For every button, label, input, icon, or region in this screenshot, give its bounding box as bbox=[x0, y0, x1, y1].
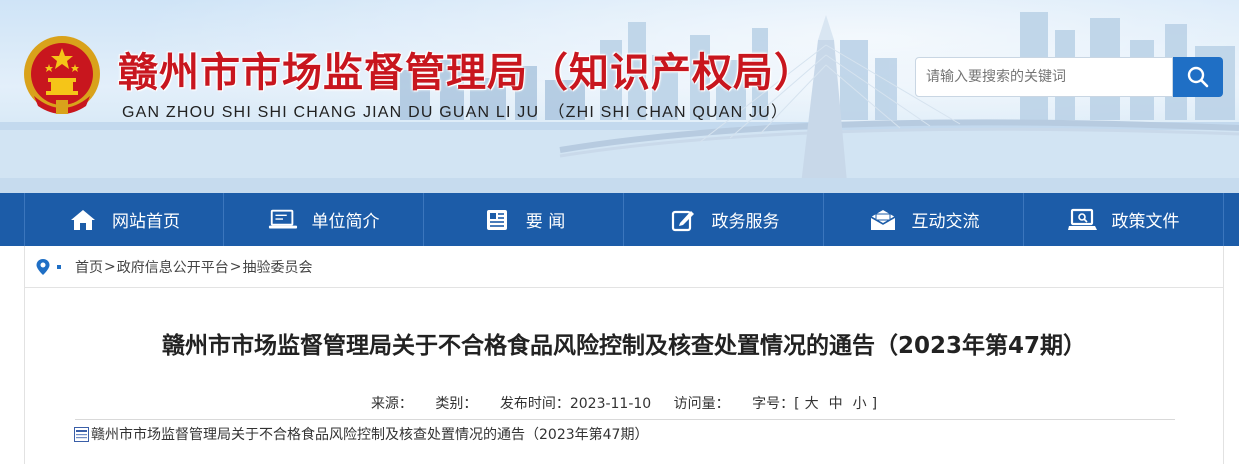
breadcrumb-separator: > bbox=[104, 258, 116, 275]
font-size-bracket-open: [ bbox=[794, 396, 800, 412]
font-size-medium-button[interactable]: 中 bbox=[829, 396, 843, 412]
nav-item-label: 政策文件 bbox=[1111, 212, 1180, 232]
font-size-bracket-close: ] bbox=[871, 396, 878, 412]
location-pin-icon bbox=[36, 258, 50, 275]
laptop-icon bbox=[1067, 208, 1097, 230]
site-title: 赣州市市场监督管理局（知识产权局） bbox=[118, 49, 815, 96]
header-banner: 赣州市市场监督管理局（知识产权局） GAN ZHOU SHI SHI CHANG… bbox=[0, 0, 1239, 193]
newspaper-icon bbox=[486, 209, 507, 230]
meta-divider bbox=[75, 419, 1175, 420]
search-button[interactable] bbox=[1173, 57, 1223, 97]
nav-item-home[interactable]: 网站首页 bbox=[24, 193, 224, 246]
nav-item-policy[interactable]: 政策文件 bbox=[1024, 193, 1224, 246]
font-size-label: 字号： bbox=[752, 396, 795, 412]
meta-category: 类别： bbox=[435, 396, 478, 412]
breadcrumb-separator: > bbox=[229, 258, 242, 275]
breadcrumb: 首页 > 政府信息公开平台 > 抽验委员会 bbox=[25, 246, 1223, 288]
mail-icon bbox=[870, 209, 895, 230]
site-pinyin-subtitle: GAN ZHOU SHI SHI CHANG JIAN DU GUAN LI J… bbox=[122, 104, 789, 121]
nav-item-services[interactable]: 政务服务 bbox=[624, 193, 824, 246]
nav-item-interaction[interactable]: 互动交流 bbox=[824, 193, 1024, 246]
attachment-link[interactable]: 赣州市市场监督管理局关于不合格食品风险控制及核查处置情况的通告（2023年第47… bbox=[74, 424, 648, 444]
nav-item-label: 网站首页 bbox=[112, 212, 180, 232]
nav-item-news[interactable]: 要 闻 bbox=[424, 193, 624, 246]
main-navigation: 网站首页 单位简介 要 闻 政务服务 互动交流 政策文件 bbox=[0, 193, 1239, 246]
meta-visits: 访问量： bbox=[673, 396, 730, 412]
breadcrumb-gov-info-link[interactable]: 政府信息公开平台 bbox=[117, 257, 229, 277]
nav-item-label: 单位简介 bbox=[311, 212, 380, 232]
monitor-icon bbox=[268, 209, 297, 228]
search-input[interactable] bbox=[915, 57, 1173, 97]
article-container: 首页 > 政府信息公开平台 > 抽验委员会 赣州市市场监督管理局关于不合格食品风… bbox=[24, 246, 1224, 464]
font-size-small-button[interactable]: 小 bbox=[853, 396, 867, 412]
article-title: 赣州市市场监督管理局关于不合格食品风险控制及核查处置情况的通告（2023年第47… bbox=[161, 333, 1087, 359]
edit-icon bbox=[671, 210, 694, 231]
nav-item-label: 互动交流 bbox=[911, 212, 980, 232]
national-emblem-icon bbox=[24, 36, 100, 114]
meta-publish-time: 发布时间：2023-11-10 bbox=[499, 396, 652, 412]
home-icon bbox=[71, 209, 95, 230]
nav-item-label: 要 闻 bbox=[525, 212, 566, 232]
nav-item-about[interactable]: 单位简介 bbox=[224, 193, 424, 246]
breadcrumb-dot bbox=[57, 264, 61, 269]
breadcrumb-home-link[interactable]: 首页 bbox=[75, 257, 103, 277]
breadcrumb-committee-link[interactable]: 抽验委员会 bbox=[242, 257, 312, 277]
article-meta: 来源： 类别： 发布时间：2023-11-10 访问量： 字号：[ 大中小] bbox=[25, 393, 1223, 413]
font-size-large-button[interactable]: 大 bbox=[805, 396, 819, 412]
meta-source: 来源： bbox=[370, 396, 413, 412]
nav-item-label: 政务服务 bbox=[711, 212, 780, 232]
font-size-switcher: 字号：[ 大中小] bbox=[752, 396, 877, 412]
document-icon bbox=[74, 426, 89, 442]
search-icon bbox=[1187, 66, 1209, 88]
attachment-title: 赣州市市场监督管理局关于不合格食品风险控制及核查处置情况的通告（2023年第47… bbox=[91, 427, 649, 443]
